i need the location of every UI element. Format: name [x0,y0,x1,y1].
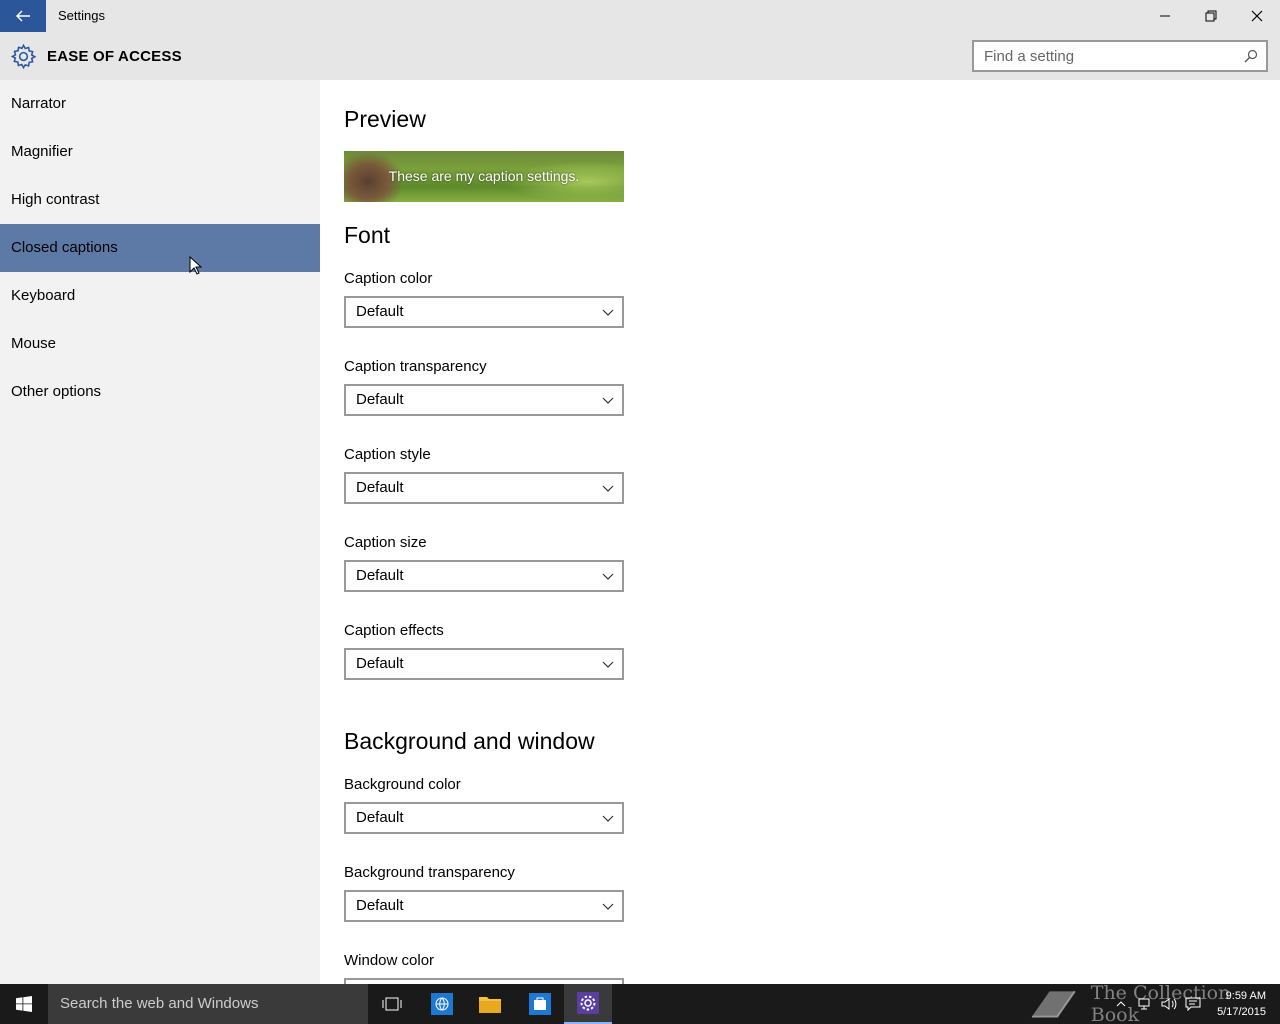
background-color-label: Background color [344,776,461,793]
back-button[interactable] [0,0,46,32]
dropdown-value: Default [356,567,404,584]
preview-heading: Preview [344,106,426,132]
sidebar-item-magnifier[interactable]: Magnifier [0,128,320,176]
sidebar-item-mouse[interactable]: Mouse [0,320,320,368]
dropdown-value: Default [356,809,404,826]
close-button[interactable] [1234,0,1280,32]
taskbar-search[interactable]: Search the web and Windows [48,984,368,1024]
find-setting-box[interactable] [972,40,1268,72]
mouse-cursor-icon [189,256,203,275]
chevron-down-icon [602,661,614,668]
dropdown-value: Default [356,303,404,320]
clock[interactable]: 9:59 AM 5/17/2015 [1217,988,1266,1020]
taskbar-search-text: Search the web and Windows [60,995,259,1012]
chevron-up-icon [1116,1001,1126,1007]
title-bar: Settings [0,0,1280,32]
caption-style-dropdown[interactable]: Default [344,472,624,504]
volume-icon [1161,998,1177,1010]
taskbar-browser[interactable] [418,984,466,1024]
caption-size-label: Caption size [344,534,427,551]
gear-icon [10,43,37,70]
taskbar-store[interactable] [516,984,564,1024]
chevron-down-icon [602,485,614,492]
caption-color-label: Caption color [344,270,433,287]
background-color-dropdown[interactable]: Default [344,802,624,834]
minimize-button[interactable] [1142,0,1188,32]
windows-logo-icon [16,996,32,1012]
dropdown-value: Default [356,655,404,672]
taskbar-file-explorer[interactable] [466,984,514,1024]
window-title: Settings [58,8,105,23]
clock-time: 9:59 AM [1225,990,1266,1002]
folder-icon [479,997,501,1013]
minimize-icon [1160,15,1170,17]
action-center-button[interactable] [1182,984,1204,1024]
caption-style-label: Caption style [344,446,431,463]
show-hidden-icons-button[interactable] [1110,984,1132,1024]
caption-effects-dropdown[interactable]: Default [344,648,624,680]
taskbar: Search the web and Windows The Collectio… [0,982,1280,1024]
task-view-button[interactable] [368,984,416,1024]
font-heading: Font [344,222,391,248]
start-button[interactable] [0,984,48,1024]
chevron-down-icon [602,815,614,822]
store-icon [529,993,551,1015]
preview-caption-text: These are my caption settings. [388,168,580,184]
sidebar-nav: Narrator Magnifier High contrast Closed … [0,80,320,984]
sidebar-item-keyboard[interactable]: Keyboard [0,272,320,320]
chevron-down-icon [602,309,614,316]
clock-date: 5/17/2015 [1217,1006,1266,1018]
search-icon[interactable] [1244,49,1258,63]
main-content: Preview These are my caption settings. F… [320,80,1280,984]
sidebar-item-closed-captions[interactable]: Closed captions [0,224,320,272]
background-transparency-label: Background transparency [344,864,515,881]
close-icon [1251,10,1263,22]
settings-gear-icon [577,992,599,1014]
network-button[interactable] [1134,984,1156,1024]
caption-effects-label: Caption effects [344,622,444,639]
globe-icon [431,993,453,1015]
chevron-down-icon [602,903,614,910]
chevron-down-icon [602,397,614,404]
background-window-heading: Background and window [344,728,595,754]
back-arrow-icon [16,10,30,22]
page-title: EASE OF ACCESS [47,48,182,65]
caption-transparency-label: Caption transparency [344,358,487,375]
restore-button[interactable] [1188,0,1234,32]
book-icon [1031,990,1076,1018]
background-transparency-dropdown[interactable]: Default [344,890,624,922]
dropdown-value: Default [356,897,404,914]
window-color-label: Window color [344,952,435,969]
dropdown-value: Default [356,391,404,408]
settings-header: EASE OF ACCESS [0,32,1280,80]
sidebar-item-other-options[interactable]: Other options [0,368,320,416]
sidebar-item-narrator[interactable]: Narrator [0,80,320,128]
caption-transparency-dropdown[interactable]: Default [344,384,624,416]
task-view-icon [382,997,402,1011]
taskbar-settings[interactable] [564,984,612,1024]
volume-button[interactable] [1158,984,1180,1024]
network-icon [1138,998,1150,1010]
chevron-down-icon [602,573,614,580]
dropdown-value: Default [356,479,404,496]
search-input[interactable] [974,42,1224,70]
sidebar-item-high-contrast[interactable]: High contrast [0,176,320,224]
restore-icon [1205,10,1217,22]
action-center-icon [1185,997,1201,1011]
caption-color-dropdown[interactable]: Default [344,296,624,328]
caption-preview: These are my caption settings. [344,151,624,202]
caption-size-dropdown[interactable]: Default [344,560,624,592]
